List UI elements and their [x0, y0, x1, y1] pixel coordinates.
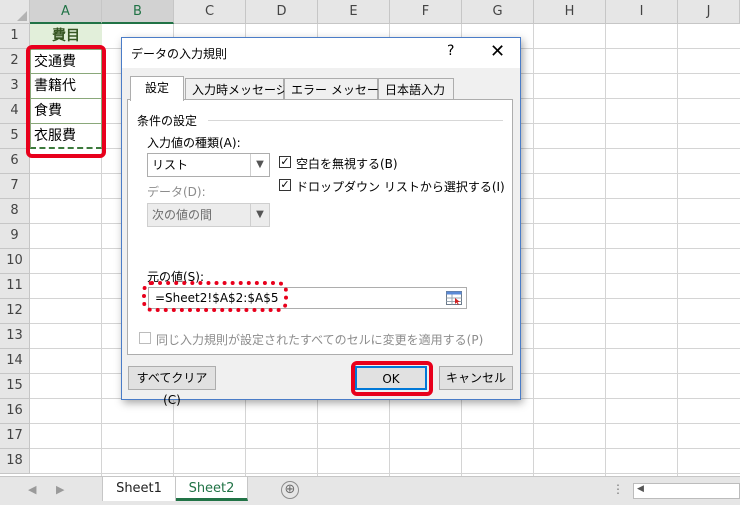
apply-all-checkbox	[139, 332, 151, 344]
clear-all-button[interactable]: すべてクリア(C)	[128, 366, 216, 407]
sheet-tab-sheet2[interactable]: Sheet2	[176, 477, 248, 501]
dialog-title: データの入力規則	[131, 47, 228, 61]
column-header-b[interactable]: B	[102, 0, 174, 24]
prev-sheet-icon[interactable]: ◀	[28, 483, 36, 496]
row-header-10[interactable]: 10	[0, 249, 30, 274]
cancel-button[interactable]: キャンセル	[439, 366, 513, 390]
tab-settings[interactable]: 設定	[130, 76, 184, 101]
highlight-source-formula	[142, 281, 288, 312]
column-header-c[interactable]: C	[174, 0, 246, 24]
column-header-f[interactable]: F	[390, 0, 462, 24]
section-divider	[208, 120, 503, 121]
next-sheet-icon[interactable]: ▶	[56, 483, 64, 496]
row-header-12[interactable]: 12	[0, 299, 30, 324]
row-header-8[interactable]: 8	[0, 199, 30, 224]
highlight-ok	[351, 361, 433, 396]
column-header-j[interactable]: J	[678, 0, 740, 24]
data-label: データ(D):	[147, 185, 206, 199]
column-header-h[interactable]: H	[534, 0, 606, 24]
column-header-e[interactable]: E	[318, 0, 390, 24]
row-header-15[interactable]: 15	[0, 374, 30, 399]
column-header-d[interactable]: D	[246, 0, 318, 24]
apply-all-label: 同じ入力規則が設定されたすべてのセルに変更を適用する(P)	[156, 333, 484, 347]
data-validation-dialog: データの入力規則 ? ✕ 設定 入力時メッセージ エラー メッセージ 日本語入力…	[121, 37, 521, 407]
close-icon[interactable]: ✕	[490, 41, 505, 62]
row-header-14[interactable]: 14	[0, 349, 30, 374]
tab-japanese-input[interactable]: 日本語入力	[378, 78, 454, 100]
section-title: 条件の設定	[137, 114, 198, 128]
column-header-i[interactable]: I	[606, 0, 678, 24]
settings-panel: 条件の設定 入力値の種類(A): リスト ▼ ✓ 空白を無視する(B) ✓ ドロ…	[127, 99, 513, 355]
select-all-corner[interactable]	[0, 0, 30, 24]
row-header-16[interactable]: 16	[0, 399, 30, 424]
ignore-blank-label[interactable]: 空白を無視する(B)	[296, 155, 398, 172]
allow-label: 入力値の種類(A):	[147, 136, 241, 150]
row-header-17[interactable]: 17	[0, 424, 30, 449]
row-header-7[interactable]: 7	[0, 174, 30, 199]
row-header-18[interactable]: 18	[0, 449, 30, 474]
in-cell-dropdown-label[interactable]: ドロップダウン リストから選択する(I)	[296, 178, 505, 195]
more-icon[interactable]: ⋮	[612, 482, 624, 496]
row-header-13[interactable]: 13	[0, 324, 30, 349]
tab-input-message[interactable]: 入力時メッセージ	[185, 78, 288, 100]
help-icon[interactable]: ?	[447, 43, 454, 59]
sheet-tab-sheet1[interactable]: Sheet1	[102, 477, 176, 501]
dialog-titlebar[interactable]: データの入力規則 ? ✕	[122, 38, 520, 68]
chevron-down-icon: ▼	[250, 154, 269, 176]
column-header-g[interactable]: G	[462, 0, 534, 24]
chevron-down-icon: ▼	[250, 204, 269, 226]
allow-select[interactable]: リスト ▼	[147, 153, 270, 177]
range-select-button[interactable]	[443, 288, 465, 308]
add-sheet-icon[interactable]: ⊕	[281, 481, 299, 499]
horizontal-scrollbar[interactable]: ◀	[633, 483, 740, 499]
range-select-icon	[446, 291, 462, 305]
row-header-9[interactable]: 9	[0, 224, 30, 249]
tab-error-message[interactable]: エラー メッセージ	[284, 78, 391, 100]
data-value: 次の値の間	[152, 208, 213, 222]
column-header-a[interactable]: A	[30, 0, 102, 24]
allow-value: リスト	[152, 158, 189, 172]
highlight-source-range	[26, 45, 106, 158]
row-header-1[interactable]: 1	[0, 24, 30, 49]
data-select: 次の値の間 ▼	[147, 203, 270, 227]
in-cell-dropdown-checkbox[interactable]: ✓	[279, 179, 291, 191]
ignore-blank-checkbox[interactable]: ✓	[279, 156, 291, 168]
sheet-tab-bar: ◀ ▶ Sheet1 Sheet2 ⊕ ⋮ ◀	[0, 476, 740, 505]
row-header-11[interactable]: 11	[0, 274, 30, 299]
scroll-left-icon[interactable]: ◀	[637, 484, 644, 494]
